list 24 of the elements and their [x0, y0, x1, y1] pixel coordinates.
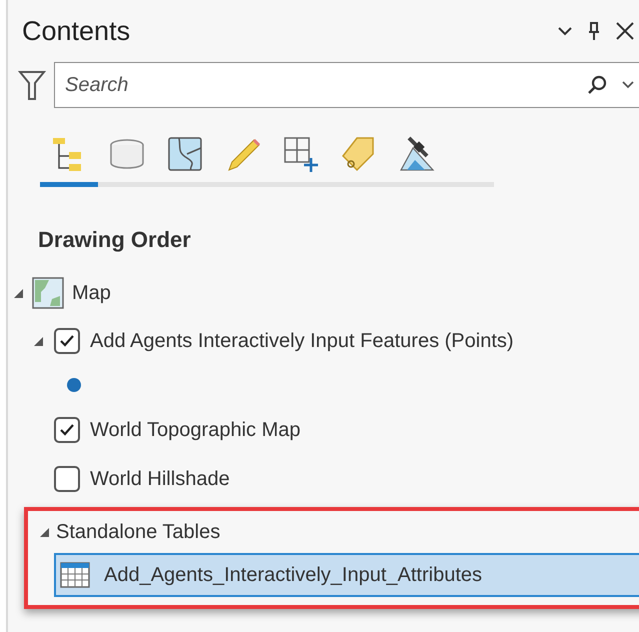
tree-item-label: Add_Agents_Interactively_Input_Attributes — [104, 563, 482, 588]
unchecked-checkbox[interactable] — [54, 466, 80, 492]
pane-title: Contents — [22, 14, 130, 48]
checked-checkbox[interactable] — [54, 416, 80, 442]
close-icon[interactable] — [615, 21, 635, 41]
expanded-arrow-icon[interactable] — [32, 334, 44, 346]
checked-checkbox[interactable] — [54, 328, 80, 354]
tree-item-label[interactable]: Standalone Tables — [56, 517, 220, 547]
tree-item-label[interactable]: Add Agents Interactively Input Features (Points) — [90, 326, 514, 356]
map-icon — [32, 277, 64, 309]
tree-item-label[interactable]: Map — [72, 278, 111, 308]
table-icon — [60, 562, 90, 588]
expanded-arrow-icon[interactable] — [12, 287, 24, 299]
filter-icon[interactable] — [18, 69, 46, 101]
chevron-down-icon[interactable] — [621, 80, 635, 90]
tree-item-row[interactable]: Add_Agents_Interactively_Input_Attributes — [54, 553, 639, 597]
expanded-arrow-icon[interactable] — [38, 526, 50, 538]
search-icon[interactable] — [587, 75, 607, 95]
tree-item-label[interactable]: World Topographic Map — [90, 414, 300, 444]
pin-icon[interactable] — [587, 21, 601, 41]
section-heading: Drawing Order — [37, 226, 192, 254]
chevron-down-icon[interactable] — [557, 25, 573, 37]
tree-item-label[interactable]: World Hillshade — [90, 464, 230, 494]
search-field[interactable]: Search — [54, 62, 639, 108]
